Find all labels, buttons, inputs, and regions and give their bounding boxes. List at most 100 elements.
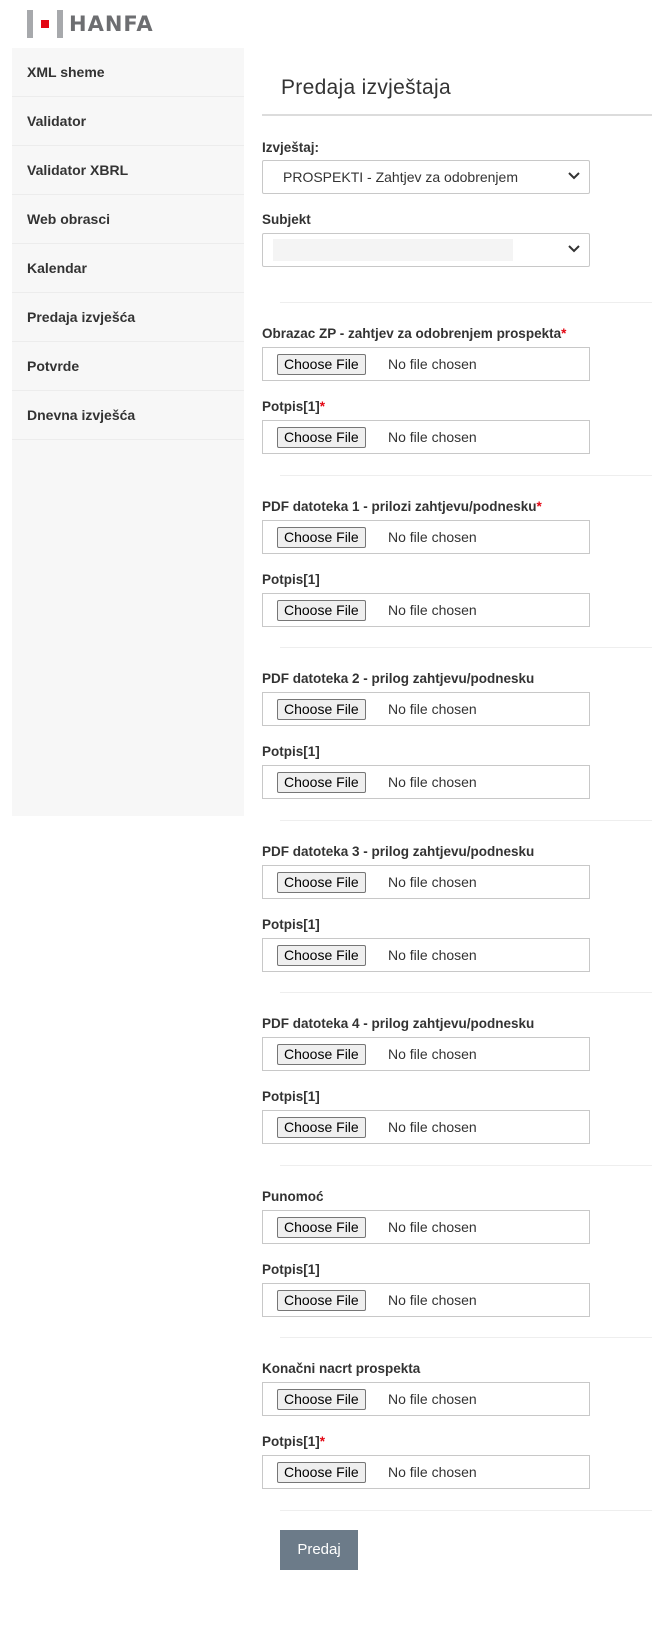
sidebar-item-xml-sheme[interactable]: XML sheme: [12, 48, 244, 97]
file-status-text: No file chosen: [388, 1046, 477, 1062]
file-input[interactable]: Choose File No file chosen: [262, 347, 590, 381]
choose-file-button[interactable]: Choose File: [277, 1389, 366, 1410]
section-divider: [280, 647, 652, 648]
file-field-label: PDF datoteka 2 - prilog zahtjevu/podnesk…: [262, 671, 534, 686]
signature-file-input[interactable]: Choose File No file chosen: [262, 1282, 590, 1317]
file-status-text: No file chosen: [388, 946, 477, 963]
file-status-text: No file chosen: [388, 429, 477, 445]
subject-label: Subjekt: [262, 212, 311, 227]
file-status-text: No file chosen: [388, 1119, 477, 1135]
logo-bar-right: [57, 10, 63, 38]
choose-file-button[interactable]: Choose File: [277, 944, 366, 966]
file-status-text: No file chosen: [388, 1291, 477, 1308]
file-field-label-text: Punomoć: [262, 1188, 324, 1204]
report-label: Izvještaj:: [262, 140, 320, 155]
logo-red-square: [41, 20, 49, 28]
signature-file-input[interactable]: Choose File No file chosen: [262, 1110, 590, 1144]
choose-file-button[interactable]: Choose File: [277, 871, 366, 893]
sidebar-item-web-obrasci[interactable]: Web obrasci: [12, 195, 244, 244]
choose-file-button[interactable]: Choose File: [277, 1117, 366, 1138]
file-input[interactable]: Choose File No file chosen: [262, 1209, 590, 1244]
file-status-text: No file chosen: [388, 774, 477, 790]
file-status-text: No file chosen: [388, 356, 477, 372]
file-field-label: PDF datoteka 4 - prilog zahtjevu/podnesk…: [262, 1016, 534, 1031]
choose-file-button[interactable]: Choose File: [277, 526, 366, 548]
section-divider: [280, 1509, 652, 1511]
required-asterisk: *: [319, 399, 326, 414]
file-status-text: No file chosen: [388, 1391, 477, 1407]
choose-file-button[interactable]: Choose File: [277, 1289, 366, 1311]
sidebar-item-predaja-izvjesca[interactable]: Predaja izvješća: [12, 293, 244, 342]
chevron-down-icon: [567, 168, 581, 182]
file-status-text: No file chosen: [388, 873, 477, 890]
page-title: Predaja izvještaja: [281, 76, 451, 99]
choose-file-button[interactable]: Choose File: [277, 427, 366, 448]
signature-field-label-text: Potpis[1]: [262, 916, 320, 932]
file-field-label: PDF datoteka 3 - prilog zahtjevu/podnesk…: [262, 844, 534, 859]
choose-file-button[interactable]: Choose File: [277, 1044, 366, 1065]
signature-field-label-text: Potpis[1]: [262, 1089, 320, 1104]
file-field-label: Konačni nacrt prospekta: [262, 1361, 420, 1376]
choose-file-button[interactable]: Choose File: [277, 1462, 366, 1483]
choose-file-button[interactable]: Choose File: [277, 772, 366, 793]
file-status-text: No file chosen: [388, 701, 477, 717]
file-field-label-text: PDF datoteka 2 - prilog zahtjevu/podnesk…: [262, 671, 535, 686]
logo-bar-left: [27, 10, 33, 38]
sidebar-item-potvrde[interactable]: Potvrde: [12, 342, 244, 391]
signature-file-input[interactable]: Choose File No file chosen: [262, 765, 590, 799]
signature-file-input[interactable]: Choose File No file chosen: [262, 937, 590, 972]
file-input[interactable]: Choose File No file chosen: [262, 864, 590, 899]
signature-field-label: Potpis[1]: [262, 1089, 320, 1104]
subject-select[interactable]: [262, 233, 590, 267]
sidebar-item-validator-xbrl[interactable]: Validator XBRL: [12, 146, 244, 195]
signature-field-label: Potpis[1]: [262, 744, 320, 759]
section-divider: [280, 1337, 652, 1338]
sidebar-item-kalendar[interactable]: Kalendar: [12, 244, 244, 293]
choose-file-button[interactable]: Choose File: [277, 599, 366, 621]
choose-file-button[interactable]: Choose File: [277, 1216, 366, 1238]
file-input[interactable]: Choose File No file chosen: [262, 519, 590, 554]
file-status-text: No file chosen: [388, 1218, 477, 1235]
choose-file-button[interactable]: Choose File: [277, 354, 366, 375]
section-divider: [280, 819, 652, 821]
file-status-text: No file chosen: [388, 528, 477, 545]
file-input[interactable]: Choose File No file chosen: [262, 1037, 590, 1071]
sidebar: XML sheme Validator Validator XBRL Web o…: [12, 48, 244, 816]
sidebar-item-dnevna-izvjesca[interactable]: Dnevna izvješća: [12, 391, 244, 440]
signature-field-label: Potpis[1]: [262, 572, 320, 587]
signature-field-label: Potpis[1]*: [262, 399, 325, 414]
required-asterisk: *: [319, 1434, 326, 1449]
file-field-label: PDF datoteka 1 - prilozi zahtjevu/podnes…: [262, 499, 542, 514]
file-field-label-text: Konačni nacrt prospekta: [262, 1361, 421, 1376]
report-select[interactable]: PROSPEKTI - Zahtjev za odobrenjem: [262, 160, 590, 194]
section-divider: [280, 992, 652, 993]
subject-redacted-value: [273, 239, 513, 261]
signature-file-input[interactable]: Choose File No file chosen: [262, 1455, 590, 1489]
signature-field-label-text: Potpis[1]: [262, 1261, 320, 1277]
signature-file-input[interactable]: Choose File No file chosen: [262, 420, 590, 454]
file-field-label-text: Obrazac ZP - zahtjev za odobrenjem prosp…: [262, 326, 562, 341]
sidebar-item-validator[interactable]: Validator: [12, 97, 244, 146]
signature-field-label-text: Potpis[1]: [262, 744, 320, 759]
header: HANFA: [0, 0, 671, 48]
hanfa-logo[interactable]: HANFA: [27, 10, 154, 38]
signature-field-label-text: Potpis[1]: [262, 571, 320, 587]
required-asterisk: *: [561, 326, 567, 341]
signature-field-label-text: Potpis[1]: [262, 1434, 320, 1449]
signature-field-label: Potpis[1]: [262, 917, 320, 932]
file-field-label: Obrazac ZP - zahtjev za odobrenjem prosp…: [262, 326, 566, 341]
file-field-label: Punomoć: [262, 1189, 324, 1204]
signature-field-label: Potpis[1]*: [262, 1434, 325, 1449]
signature-file-input[interactable]: Choose File No file chosen: [262, 592, 590, 627]
submit-button[interactable]: Predaj: [280, 1529, 358, 1570]
chevron-down-icon: [567, 241, 581, 255]
section-divider: [280, 474, 652, 476]
title-underline: [262, 114, 652, 116]
file-field-label-text: PDF datoteka 3 - prilog zahtjevu/podnesk…: [262, 843, 535, 859]
file-status-text: No file chosen: [388, 1464, 477, 1480]
file-input[interactable]: Choose File No file chosen: [262, 1382, 590, 1416]
choose-file-button[interactable]: Choose File: [277, 699, 366, 720]
signature-field-label: Potpis[1]: [262, 1262, 320, 1277]
file-status-text: No file chosen: [388, 601, 477, 618]
file-input[interactable]: Choose File No file chosen: [262, 692, 590, 726]
